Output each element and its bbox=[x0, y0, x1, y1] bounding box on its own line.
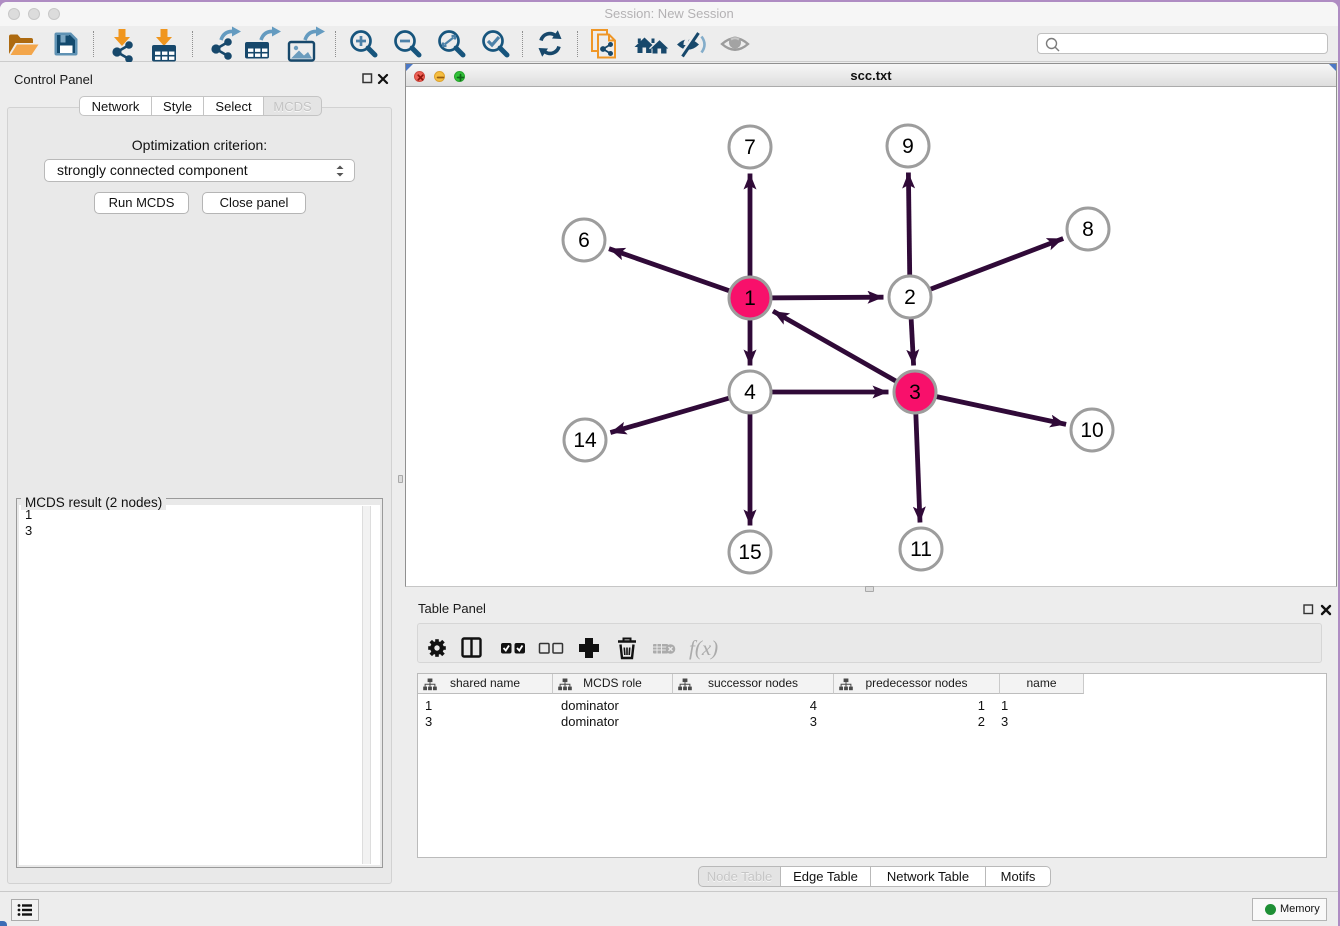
svg-text:14: 14 bbox=[573, 429, 597, 452]
svg-text:8: 8 bbox=[1082, 218, 1094, 241]
svg-text:7: 7 bbox=[744, 136, 756, 159]
svg-text:11: 11 bbox=[910, 538, 932, 561]
svg-text:6: 6 bbox=[578, 229, 590, 252]
svg-text:3: 3 bbox=[909, 381, 921, 404]
svg-text:10: 10 bbox=[1080, 419, 1103, 442]
svg-text:4: 4 bbox=[744, 381, 756, 404]
svg-text:9: 9 bbox=[902, 135, 914, 158]
svg-text:15: 15 bbox=[738, 541, 761, 564]
svg-text:1: 1 bbox=[744, 287, 756, 310]
svg-text:2: 2 bbox=[904, 286, 916, 309]
svg-text:f(x): f(x) bbox=[689, 636, 718, 660]
